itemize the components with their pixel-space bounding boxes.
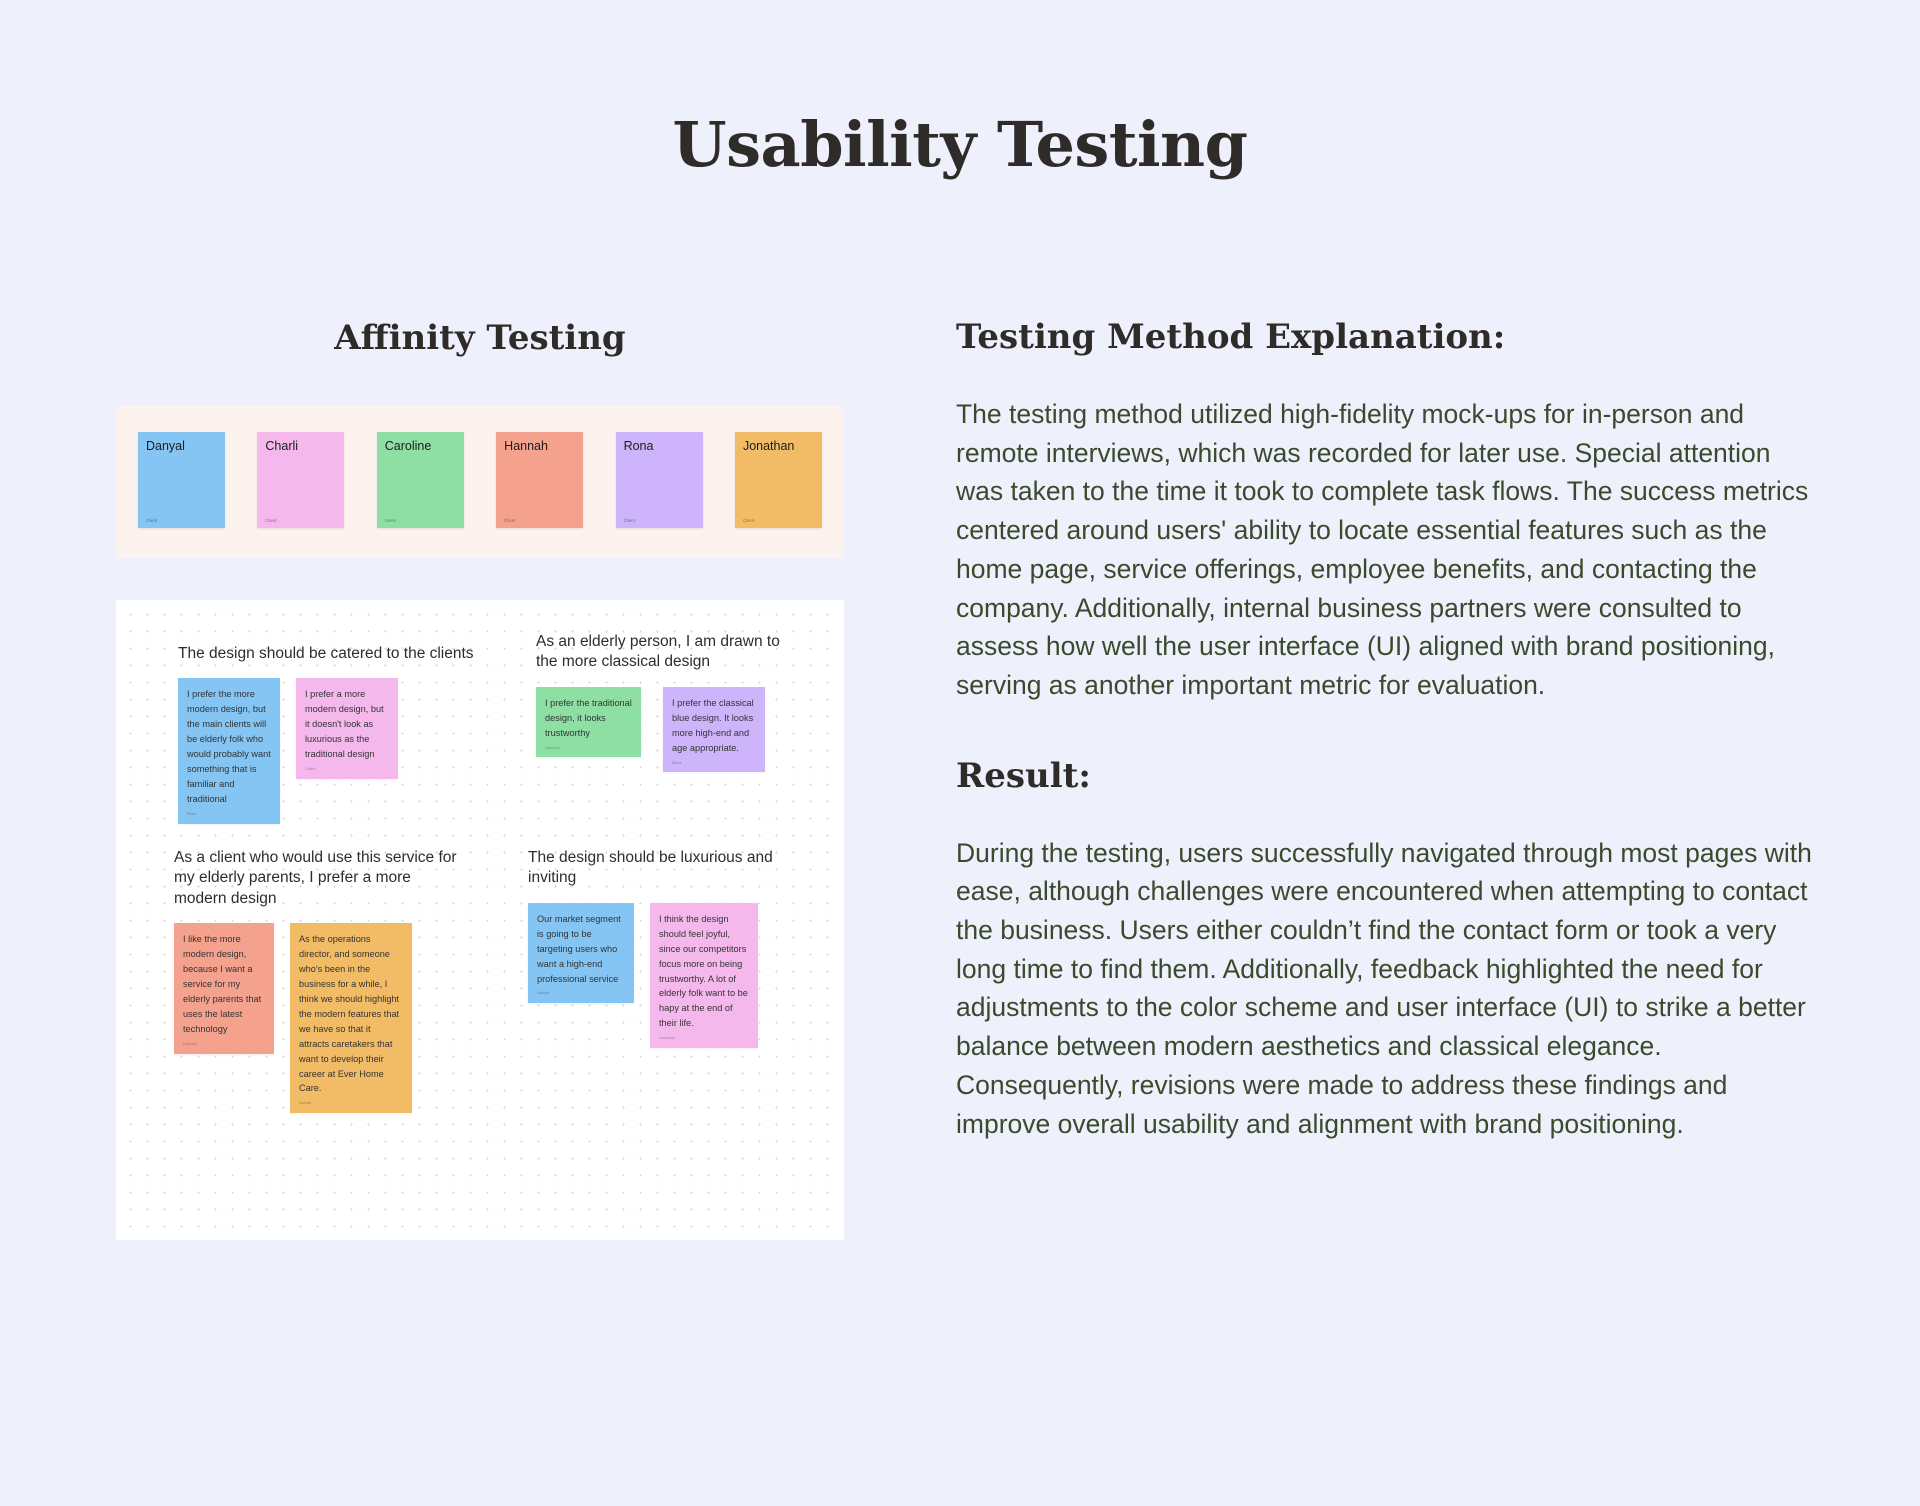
sticky-note-text: I think the design should feel joyful, s… — [659, 913, 748, 1029]
participant-role: Client — [504, 518, 516, 523]
sticky-note-author: Danyal — [537, 991, 550, 996]
sticky-note-row: I prefer the traditional design, it look… — [536, 686, 786, 773]
participant-card[interactable]: Caroline Users — [376, 432, 464, 528]
participant-name: Charli — [265, 439, 299, 453]
affinity-cluster: The design should be catered to the clie… — [178, 644, 478, 824]
sticky-note[interactable]: I prefer the classical blue design. It l… — [663, 686, 765, 773]
sticky-note-text: I prefer the traditional design, it look… — [545, 697, 632, 738]
sticky-note-author: Rona — [187, 811, 197, 816]
sticky-note-author: Caroline — [545, 745, 560, 750]
sticky-note[interactable]: Our market segment is going to be target… — [528, 902, 634, 1004]
sticky-note-text: As the operations director, and someone … — [299, 934, 400, 1094]
sticky-note[interactable]: As the operations director, and someone … — [290, 923, 412, 1114]
sticky-note-author: Charli — [305, 766, 316, 771]
affinity-board: The design should be catered to the clie… — [116, 600, 844, 1240]
sticky-note-row: I prefer the more modern design, but the… — [178, 678, 478, 824]
cluster-heading: As an elderly person, I am drawn to the … — [536, 633, 780, 671]
sticky-note-row: Our market segment is going to be target… — [528, 902, 798, 1048]
participant-role: Client — [742, 518, 755, 523]
affinity-board-canvas: The design should be catered to the clie… — [116, 600, 844, 1240]
participant-card[interactable]: Jonathan Client — [734, 432, 822, 528]
sticky-note-text: I prefer the classical blue design. It l… — [672, 697, 754, 753]
participant-card[interactable]: Danyal Client — [138, 432, 225, 528]
sticky-note[interactable]: I prefer the traditional design, it look… — [536, 686, 641, 758]
affinity-cluster: As a client who would use this service f… — [174, 848, 464, 1114]
participant-card[interactable]: Hannah Client — [496, 432, 584, 528]
cluster-heading: The design should be luxurious and invit… — [528, 849, 773, 887]
sticky-note-author: Rona — [672, 760, 682, 765]
participant-role: Users — [384, 518, 397, 523]
participant-name: Rona — [623, 439, 654, 453]
cluster-heading: As a client who would use this service f… — [174, 849, 457, 907]
affinity-testing-column: Affinity Testing Danyal Client Charli Clien… — [116, 318, 844, 1240]
sticky-note[interactable]: I prefer the more modern design, but the… — [178, 678, 280, 824]
explanation-column: Testing Method Explanation: The testing … — [956, 317, 1816, 1143]
sticky-note-row: I like the more modern design, because I… — [174, 923, 464, 1114]
sticky-note-text: I like the more modern design, because I… — [183, 934, 262, 1034]
participant-name: Jonathan — [742, 439, 795, 453]
participant-role: Client — [146, 518, 158, 523]
sticky-note-text: Our market segment is going to be target… — [537, 913, 621, 984]
page-title: Usability Testing — [672, 108, 1248, 181]
participants-band: Danyal Client Charli Client Caroline Users Han… — [116, 406, 844, 558]
participant-name: Caroline — [384, 439, 432, 453]
cluster-heading: The design should be catered to the clie… — [178, 645, 474, 662]
participant-name: Danyal — [146, 439, 185, 453]
sticky-note[interactable]: I like the more modern design, because I… — [174, 923, 274, 1054]
sticky-note-text: I prefer the more modern design, but the… — [187, 689, 271, 804]
poster-page: Usability Testing Affinity Testing Danya… — [0, 0, 1920, 1506]
sticky-note-author: Danyal — [299, 1101, 312, 1106]
sticky-note-text: I prefer a more modern design, but it do… — [305, 689, 384, 760]
result-heading: Result: — [956, 755, 1091, 796]
affinity-cluster: The design should be luxurious and invit… — [528, 848, 798, 1048]
participant-name: Hannah — [504, 439, 548, 453]
participant-card[interactable]: Charli Client — [257, 432, 345, 528]
testing-method-heading: Testing Method Explanation: — [956, 317, 1506, 357]
participant-role: Client — [265, 518, 277, 523]
sticky-note[interactable]: I think the design should feel joyful, s… — [650, 902, 758, 1048]
result-body: During the testing, users successfully n… — [956, 837, 1812, 1139]
participant-role: Client — [623, 518, 635, 523]
participant-card[interactable]: Rona Client — [615, 432, 703, 528]
affinity-cluster: As an elderly person, I am drawn to the … — [536, 632, 786, 773]
sticky-note[interactable]: I prefer a more modern design, but it do… — [296, 678, 398, 779]
affinity-testing-title: Affinity Testing — [334, 318, 626, 358]
testing-method-body: The testing method utilized high-fidelit… — [956, 399, 1809, 700]
sticky-note-author: Jonathan — [659, 1036, 676, 1041]
sticky-note-author: Hannah — [183, 1041, 197, 1046]
